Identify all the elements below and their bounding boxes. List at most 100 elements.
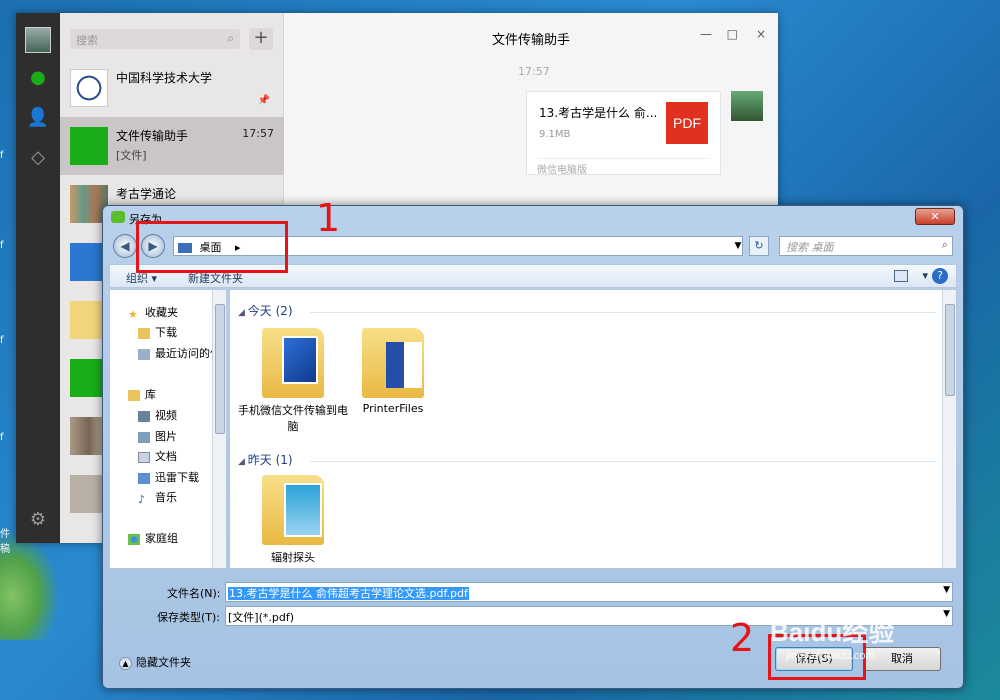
nav-music[interactable]: ♪ 音乐 xyxy=(138,489,177,506)
annotation-box-1 xyxy=(136,221,288,273)
scrollbar-thumb[interactable] xyxy=(945,304,955,396)
folder-preview xyxy=(282,336,318,384)
chat-item-ustc[interactable]: 中国科学技术大学 📌 xyxy=(60,59,284,117)
folder-item[interactable]: PrinterFiles xyxy=(338,328,448,415)
pin-icon: 📌 xyxy=(257,95,270,106)
file-name: 13.考古学是什么 俞... xyxy=(539,106,658,120)
chat-icon[interactable]: ● xyxy=(26,67,50,89)
folder-preview xyxy=(284,483,322,537)
nav-label: 库 xyxy=(145,388,156,401)
filetype-value: [文件](*.pdf) xyxy=(228,611,294,624)
add-chat-button[interactable]: + xyxy=(249,28,273,50)
group-label: 昨天 (1) xyxy=(247,453,293,467)
search-icon: ⌕ xyxy=(227,31,234,45)
navigation-pane: ★ 收藏夹 下载 最近访问的位置 库 视频 图片 文档 迅雷下载 ♪ 音乐 家庭组 xyxy=(109,289,227,569)
pdf-icon: PDF xyxy=(666,102,708,144)
chat-item-file-transfer[interactable]: 文件传输助手 [文件] 17:57 xyxy=(60,117,284,175)
download-folder-icon xyxy=(138,327,150,339)
favorites-cube-icon[interactable]: ◇ xyxy=(26,147,50,169)
folder-search-input[interactable]: 搜索 桌面 ⌕ xyxy=(779,236,953,256)
homegroup-icon xyxy=(128,533,140,545)
address-dropdown-icon[interactable]: ▼ xyxy=(731,236,745,256)
music-icon: ♪ xyxy=(138,492,146,506)
video-icon xyxy=(138,410,150,422)
dialog-close-button[interactable]: ✕ xyxy=(915,208,955,225)
view-options-icon[interactable] xyxy=(894,270,908,282)
nav-label: 下载 xyxy=(155,326,177,339)
back-arrow-icon[interactable]: ◀ xyxy=(113,234,137,258)
annotation-number-1: 1 xyxy=(316,196,341,240)
help-icon[interactable]: ? xyxy=(932,268,948,284)
minimize-button[interactable]: — xyxy=(700,27,712,41)
folder-name: PrinterFiles xyxy=(362,402,424,415)
chat-name: 考古学通论 xyxy=(116,187,177,201)
hide-folders-label: 隐藏文件夹 xyxy=(136,656,191,669)
chat-preview: [文件] xyxy=(116,149,147,162)
folder-preview xyxy=(386,342,422,388)
file-message[interactable]: 13.考古学是什么 俞... 9.1MB PDF 微信电脑版 xyxy=(526,91,721,176)
filename-value[interactable]: 13.考古学是什么 俞伟超考古学理论文选.pdf.pdf xyxy=(228,587,469,600)
filename-input[interactable]: 13.考古学是什么 俞伟超考古学理论文选.pdf.pdf ▼ xyxy=(225,582,953,602)
nav-libraries[interactable]: 库 xyxy=(128,386,156,402)
group-header-yesterday[interactable]: ◢ 昨天 (1) xyxy=(238,451,293,468)
thunder-download-icon xyxy=(138,472,150,484)
chevron-down-icon[interactable]: ▼ xyxy=(943,609,950,619)
recent-places-icon xyxy=(138,348,150,360)
chevron-down-icon[interactable]: ▼ xyxy=(943,585,950,595)
close-button[interactable]: × xyxy=(756,27,766,41)
nav-scrollbar[interactable] xyxy=(212,290,226,568)
collapse-arrow-icon[interactable]: ◢ xyxy=(238,308,248,318)
user-avatar[interactable] xyxy=(25,27,51,53)
folder-item[interactable]: 辐射探头 xyxy=(238,475,348,565)
view-dropdown-icon[interactable]: ▾ xyxy=(922,269,928,282)
scrollbar-thumb[interactable] xyxy=(215,304,225,434)
folder-icon xyxy=(262,475,324,545)
group-header-today[interactable]: ◢ 今天 (2) xyxy=(238,302,293,319)
nav-documents[interactable]: 文档 xyxy=(138,448,177,464)
desktop-icon-label: 稿 xyxy=(0,544,10,555)
nav-label: 音乐 xyxy=(155,491,177,504)
folder-icon xyxy=(362,328,424,398)
maximize-button[interactable]: □ xyxy=(727,27,738,41)
file-view-scrollbar[interactable] xyxy=(942,290,956,568)
star-icon: ★ xyxy=(128,307,138,321)
nav-homegroup[interactable]: 家庭组 xyxy=(128,530,178,546)
group-divider xyxy=(310,312,936,313)
folder-item[interactable]: 手机微信文件传输到电脑 xyxy=(238,328,348,434)
collapse-arrow-icon[interactable]: ◢ xyxy=(238,457,248,467)
desktop-icon-label: f xyxy=(0,150,4,161)
message-timestamp: 17:57 xyxy=(518,65,550,78)
watermark-brand: Baidu经验 xyxy=(770,617,895,647)
nav-pictures[interactable]: 图片 xyxy=(138,428,177,444)
annotation-number-2: 2 xyxy=(730,616,755,660)
desktop-icon-label: f xyxy=(0,335,4,346)
folder-icon xyxy=(262,328,324,398)
filename-label: 文件名(N): xyxy=(167,587,221,600)
settings-gear-icon[interactable]: ⚙ xyxy=(26,509,50,531)
folder-name: 手机微信文件传输到电脑 xyxy=(238,404,348,433)
filetype-label: 保存类型(T): xyxy=(157,611,221,624)
folder-name: 辐射探头 xyxy=(271,551,315,564)
wechat-sidebar: ● 👤 ◇ ⚙ xyxy=(16,13,60,543)
file-source: 微信电脑版 xyxy=(537,158,710,176)
nav-thunder-downloads[interactable]: 迅雷下载 xyxy=(138,469,199,485)
file-size: 9.1MB xyxy=(539,129,571,140)
hide-folders-toggle[interactable]: ▲ 隐藏文件夹 xyxy=(119,654,191,670)
nav-videos[interactable]: 视频 xyxy=(138,407,177,423)
refresh-icon[interactable]: ↻ xyxy=(749,236,769,256)
nav-label: 家庭组 xyxy=(145,532,178,545)
nav-downloads[interactable]: 下载 xyxy=(138,324,177,340)
nav-label: 迅雷下载 xyxy=(155,471,199,484)
chat-avatar xyxy=(70,69,108,107)
group-divider xyxy=(310,461,936,462)
nav-label: 视频 xyxy=(155,409,177,422)
nav-favorites[interactable]: ★ 收藏夹 xyxy=(128,304,178,321)
sender-avatar[interactable] xyxy=(731,91,763,121)
file-transfer-avatar-icon xyxy=(70,127,108,165)
pictures-icon xyxy=(138,431,150,443)
contacts-icon[interactable]: 👤 xyxy=(26,107,50,129)
chat-search-input[interactable]: 搜索 ⌕ xyxy=(70,29,240,49)
nav-label: 文档 xyxy=(155,450,177,463)
watermark-url: jingyan.baidu.com xyxy=(786,650,875,662)
search-placeholder: 搜索 桌面 xyxy=(786,241,834,254)
